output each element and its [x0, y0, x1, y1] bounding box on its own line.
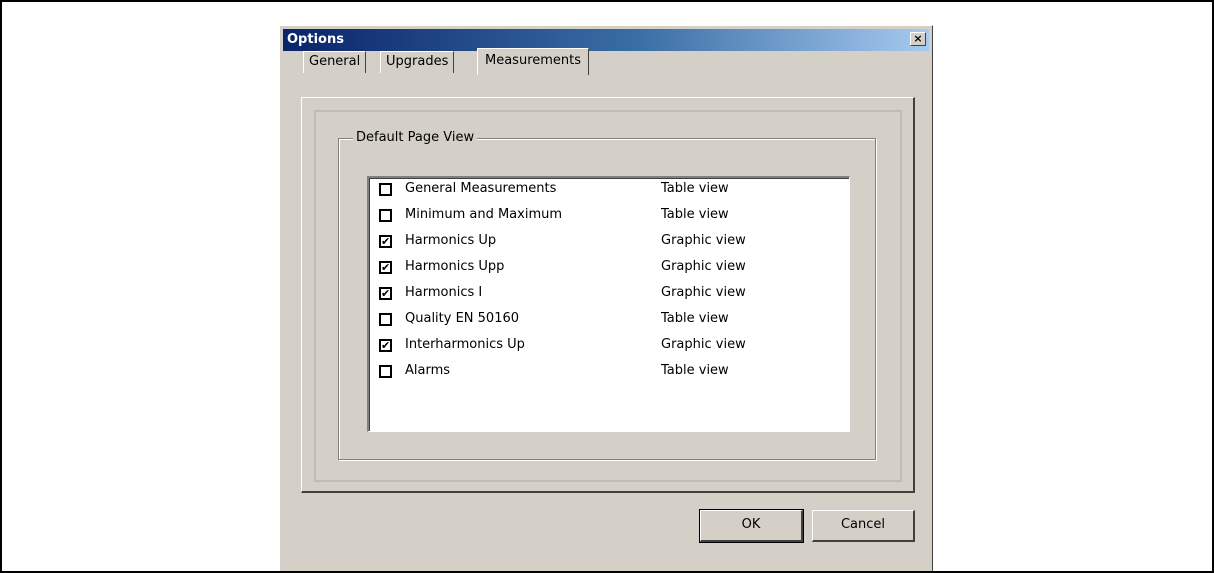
list-item-view: Table view — [661, 181, 729, 196]
tab-general[interactable]: General — [303, 51, 367, 73]
group-label: Default Page View — [353, 130, 478, 145]
check-mark-icon: ✔ — [381, 287, 391, 300]
list-item-label: Quality EN 50160 — [405, 311, 520, 326]
list-item-view: Graphic view — [661, 233, 746, 248]
list-item-view: Table view — [661, 207, 729, 222]
list-item[interactable]: ✔ Interharmonics Up Graphic view — [379, 337, 839, 357]
checkbox[interactable]: ✔ — [379, 287, 392, 300]
list-item-view: Graphic view — [661, 337, 746, 352]
cancel-button[interactable]: Cancel — [812, 510, 915, 542]
tab-upgrades-label: Upgrades — [386, 54, 449, 69]
checkbox[interactable] — [379, 183, 392, 196]
tab-upgrades[interactable]: Upgrades — [380, 51, 455, 73]
checkbox[interactable]: ✔ — [379, 261, 392, 274]
list-item-label: Interharmonics Up — [405, 337, 525, 352]
close-icon[interactable]: × — [910, 32, 926, 46]
list-item[interactable]: ✔ Harmonics I Graphic view — [379, 285, 839, 305]
list-item[interactable]: Alarms Table view — [379, 363, 839, 383]
list-item-label: Harmonics I — [405, 285, 483, 300]
list-item-label: Alarms — [405, 363, 451, 378]
list-item-label: Harmonics Up — [405, 233, 497, 248]
list-item[interactable]: General Measurements Table view — [379, 181, 839, 201]
tab-measurements[interactable]: Measurements — [477, 48, 590, 75]
checkbox[interactable]: ✔ — [379, 339, 392, 352]
checkbox[interactable] — [379, 313, 392, 326]
tab-measurements-label: Measurements — [485, 53, 582, 68]
ok-button-label: OK — [741, 517, 761, 532]
list-item-view: Graphic view — [661, 285, 746, 300]
checkbox[interactable] — [379, 365, 392, 378]
close-label: × — [913, 32, 923, 45]
check-mark-icon: ✔ — [381, 261, 391, 274]
list-item-view: Table view — [661, 363, 729, 378]
cancel-button-label: Cancel — [840, 517, 886, 532]
checkbox[interactable] — [379, 209, 392, 222]
tab-general-label: General — [309, 54, 361, 69]
list-item-view: Graphic view — [661, 259, 746, 274]
ok-button[interactable]: OK — [699, 509, 804, 543]
list-item-label: Minimum and Maximum — [405, 207, 563, 222]
title-bar[interactable]: Options × — [283, 29, 929, 51]
list-item-label: Harmonics Upp — [405, 259, 505, 274]
list-item-label: General Measurements — [405, 181, 557, 196]
list-item[interactable]: Quality EN 50160 Table view — [379, 311, 839, 331]
list-item-view: Table view — [661, 311, 729, 326]
list-item[interactable]: Minimum and Maximum Table view — [379, 207, 839, 227]
dialog-title: Options — [287, 32, 344, 47]
list-item[interactable]: ✔ Harmonics Up Graphic view — [379, 233, 839, 253]
check-mark-icon: ✔ — [381, 235, 391, 248]
page-view-list[interactable]: General Measurements Table view Minimum … — [367, 176, 850, 432]
check-mark-icon: ✔ — [381, 339, 391, 352]
list-item[interactable]: ✔ Harmonics Upp Graphic view — [379, 259, 839, 279]
checkbox[interactable]: ✔ — [379, 235, 392, 248]
